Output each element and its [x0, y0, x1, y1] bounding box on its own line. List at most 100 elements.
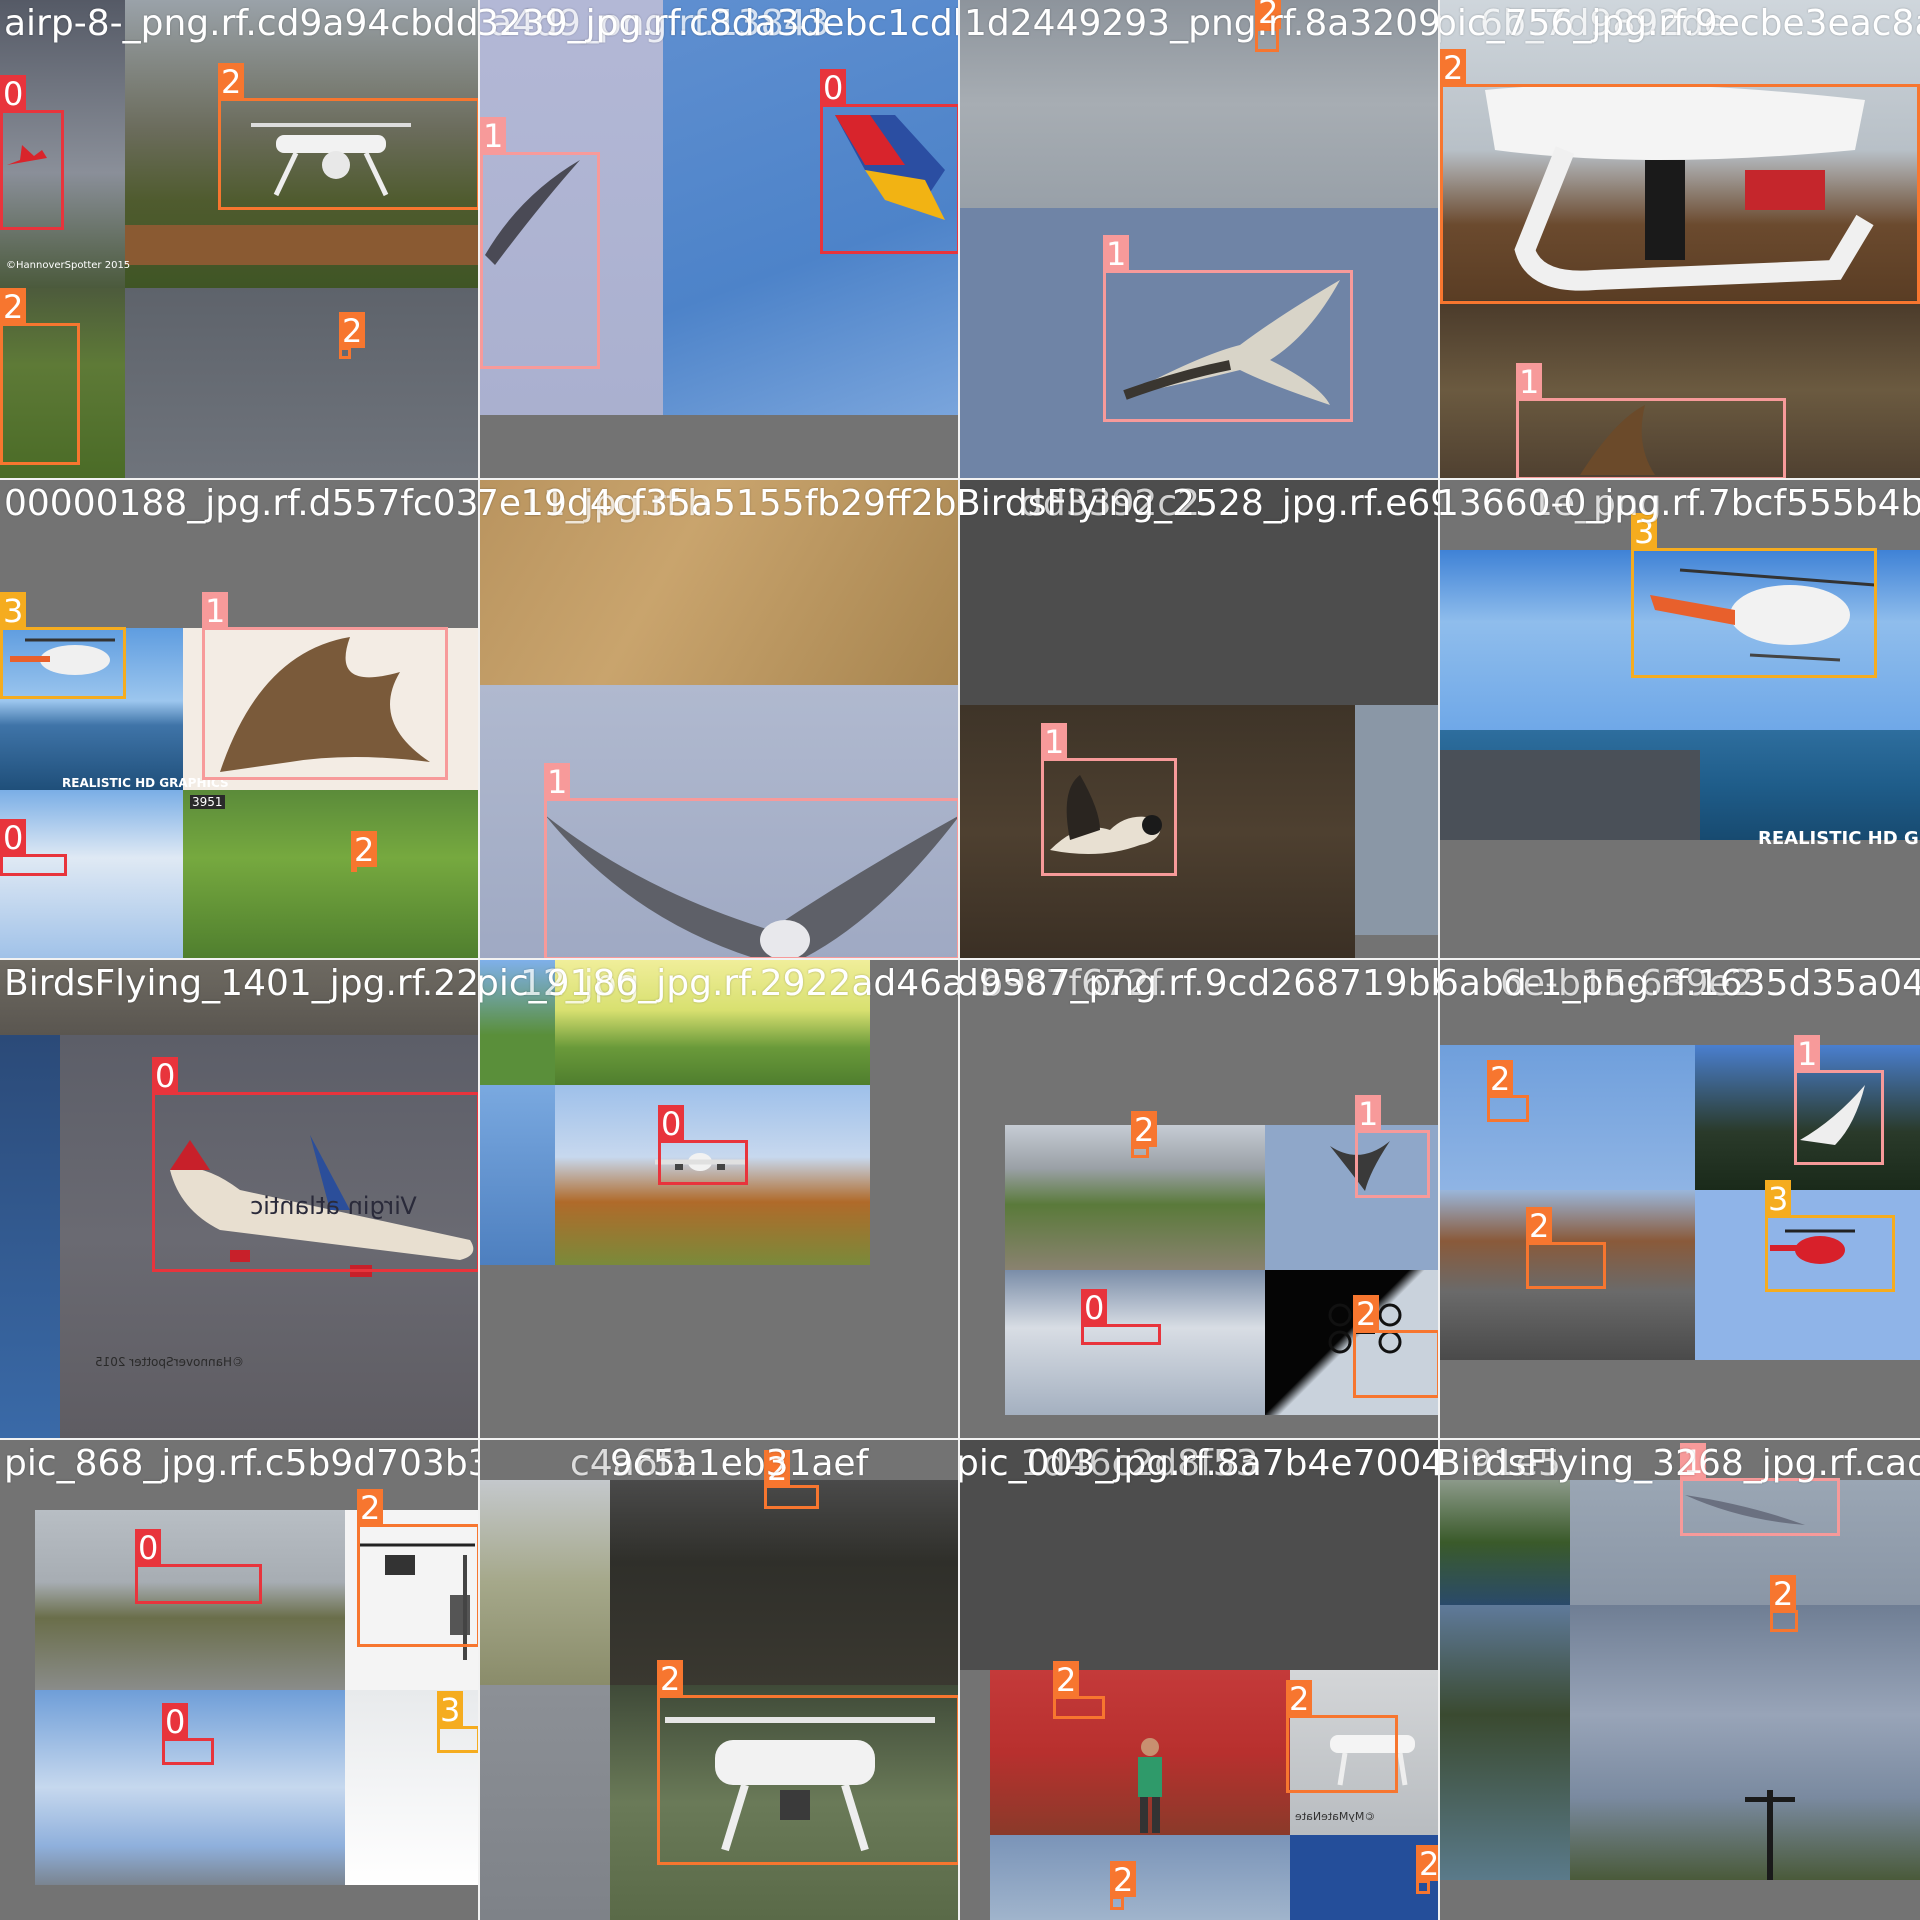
class-label: 2 — [1440, 49, 1467, 87]
bbox-class-0: 0 — [135, 1529, 262, 1604]
tile-filename: 9c5a1eb31aef — [610, 1443, 869, 1484]
mosaic-tile: ©HannoverSpotter 2015 airp-8-_png.rf.cd9… — [0, 0, 480, 480]
class-label: 0 — [0, 75, 27, 113]
class-label: 2 — [1131, 1111, 1158, 1149]
class-label: 2 — [1770, 1575, 1797, 1613]
class-label: 1 — [480, 117, 507, 155]
class-label: 1 — [202, 592, 229, 630]
tile-filename: BirdsFlying_2528_jpg.rf.e695 — [960, 483, 1440, 524]
class-label: 3 — [437, 1691, 464, 1729]
cloud-sky-piece — [35, 1690, 345, 1885]
tile-filename: 6abd-1_png.rf.1635d35a04 — [1440, 963, 1920, 1004]
bbox-class-2: 2 — [1487, 1060, 1529, 1122]
tile-filename: 13660-0_jpg.rf.7bcf555b4b9734 — [1440, 483, 1920, 524]
mosaic-tile: 12_jpg pic_9186_jpg.rf.2922ad46ad 0 — [480, 960, 960, 1440]
hills-photo-piece — [610, 1480, 958, 1685]
tile-filename: BirdsFlying_3268_jpg.rf.cad — [1440, 1443, 1920, 1484]
class-label: 0 — [1081, 1289, 1108, 1327]
carrier-deck-piece — [1440, 750, 1700, 840]
tile-filename: 1d2449293_png.rf.8a3209cd1be — [964, 3, 1440, 44]
class-label: 2 — [339, 312, 366, 350]
class-label: 0 — [162, 1703, 189, 1741]
bbox-class-2: 2 — [1131, 1111, 1158, 1158]
watermark-text: REALISTIC HD GRA — [1758, 828, 1920, 849]
mosaic-tile: pic_868_jpg.rf.c5b9d703b36 0 2 0 3 — [0, 1440, 480, 1920]
class-label: 3 — [0, 592, 27, 630]
class-label: 2 — [218, 63, 245, 101]
bbox-class-1: 1 — [1103, 235, 1353, 422]
mosaic-tile: c4a6f1 9c5a1eb31aef 2 2 — [480, 1440, 960, 1920]
tile-filename: pic_003_jpg.rf.8a7b4e7004 — [960, 1443, 1440, 1484]
bbox-class-0: 0 — [1081, 1289, 1161, 1345]
bbox-class-2: 2 — [351, 831, 378, 872]
augmented-image-mosaic: ©HannoverSpotter 2015 airp-8-_png.rf.cd9… — [0, 0, 1920, 1920]
mosaic-tile: dd3392c2 BirdsFlying_2528_jpg.rf.e695 1 — [960, 480, 1440, 960]
bbox-class-2: 2 — [764, 1450, 819, 1509]
bbox-class-1: 1 — [1041, 723, 1177, 876]
bbox-class-3: 3 — [437, 1691, 478, 1753]
bbox-class-2: 2 — [1770, 1575, 1798, 1632]
bbox-class-2: 2 — [1440, 49, 1920, 304]
bbox-class-0: 0 — [0, 819, 67, 876]
field-photo-piece — [480, 1480, 610, 1685]
bbox-class-1: 1 — [1355, 1095, 1430, 1198]
mosaic-tile: 6e-b15-639e2 6abd-1_png.rf.1635d35a04 2 … — [1440, 960, 1920, 1440]
bbox-class-0: 0 — [0, 75, 64, 230]
tile-filename: pic_868_jpg.rf.c5b9d703b36 — [4, 1443, 480, 1484]
person-icon — [1138, 1738, 1162, 1833]
bbox-class-2: 2 — [1526, 1207, 1606, 1289]
bbox-class-0: 0 — [820, 69, 958, 254]
bbox-class-2: 2 — [218, 63, 478, 210]
tile-filename: d9587_png.rf.9cd268719bb — [960, 963, 1440, 1004]
bbox-class-3: 3 — [1765, 1180, 1895, 1292]
bbox-class-2: 2 — [339, 312, 366, 359]
trees-water-piece — [1440, 1480, 1570, 1605]
class-label: 1 — [1516, 363, 1543, 401]
bbox-class-0: 0 — [152, 1057, 478, 1272]
bbox-class-1: 1 — [1680, 1443, 1840, 1536]
class-label: 2 — [1110, 1861, 1137, 1899]
mosaic-tile: 91e5 BirdsFlying_3268_jpg.rf.cad 1 2 — [1440, 1440, 1920, 1920]
bbox-class-1: 1 — [1794, 1035, 1884, 1165]
mosaic-tile: REALISTIC HD GRA 1e_png 13660-0_jpg.rf.7… — [1440, 480, 1920, 960]
mosaic-tile: b9c7f672f d9587_png.rf.9cd268719bb 2 1 0… — [960, 960, 1440, 1440]
mosaic-tile: a4d9_png.rf.13843 3239_jpg.rf.c8da3debc1… — [480, 0, 960, 480]
sky-strip-piece — [1355, 705, 1438, 935]
bbox-class-2: 2 — [1110, 1861, 1137, 1910]
class-label: 2 — [657, 1660, 684, 1698]
mosaic-tile: 11_jpg.rf.b 7e19d4cf35a5155fb29ff2bc3 1 — [480, 480, 960, 960]
class-label: 2 — [357, 1489, 384, 1527]
class-label: 2 — [0, 288, 27, 326]
mosaic-tile: ©MyMateNate 1d46c2d8f53 pic_003_jpg.rf.8… — [960, 1440, 1440, 1920]
tile-filename: BirdsFlying_1401_jpg.rf.22eea — [4, 963, 480, 1004]
watermark-text: 3951 — [190, 795, 225, 809]
sky-photo-piece — [990, 1835, 1290, 1920]
bbox-class-1: 1 — [1516, 363, 1786, 478]
class-label: 1 — [1355, 1095, 1382, 1133]
bbox-class-2: 2 — [0, 288, 80, 465]
bbox-class-2: 2 — [1053, 1661, 1105, 1719]
mosaic-tile: 1d2449293_png.rf.8a3209cd1be 2 1 — [960, 0, 1440, 480]
watermark-text: ©HannoverSpotter 2015 — [6, 260, 131, 271]
class-label: 1 — [1041, 723, 1068, 761]
tree-photo-piece — [1440, 1605, 1570, 1880]
class-label: 3 — [1765, 1180, 1792, 1218]
bbox-class-1: 1 — [544, 763, 958, 958]
blue-strip-piece — [0, 1035, 60, 1438]
bbox-class-2: 2 — [657, 1660, 958, 1865]
tile-filename: 3239_jpg.rf.c8da3debc1cdbc — [480, 3, 960, 44]
tile-filename: pic_9186_jpg.rf.2922ad46ad — [480, 963, 960, 1004]
class-label: 0 — [152, 1057, 179, 1095]
bbox-class-0: 0 — [658, 1105, 748, 1185]
grey-sky-piece — [125, 288, 478, 478]
class-label: 2 — [1526, 1207, 1553, 1245]
bbox-class-1: 1 — [202, 592, 448, 780]
mosaic-tile: Virgin atlantic ©HannoverSpotter 2015 Bi… — [0, 960, 480, 1440]
park-aerial-piece — [183, 790, 478, 958]
class-label: 1 — [544, 763, 571, 801]
bbox-class-2: 2 — [1416, 1845, 1438, 1894]
class-label: 1 — [1794, 1035, 1821, 1073]
blue-sky-piece — [1440, 1045, 1695, 1190]
bbox-class-3: 3 — [0, 592, 126, 699]
class-label: 0 — [135, 1529, 162, 1567]
